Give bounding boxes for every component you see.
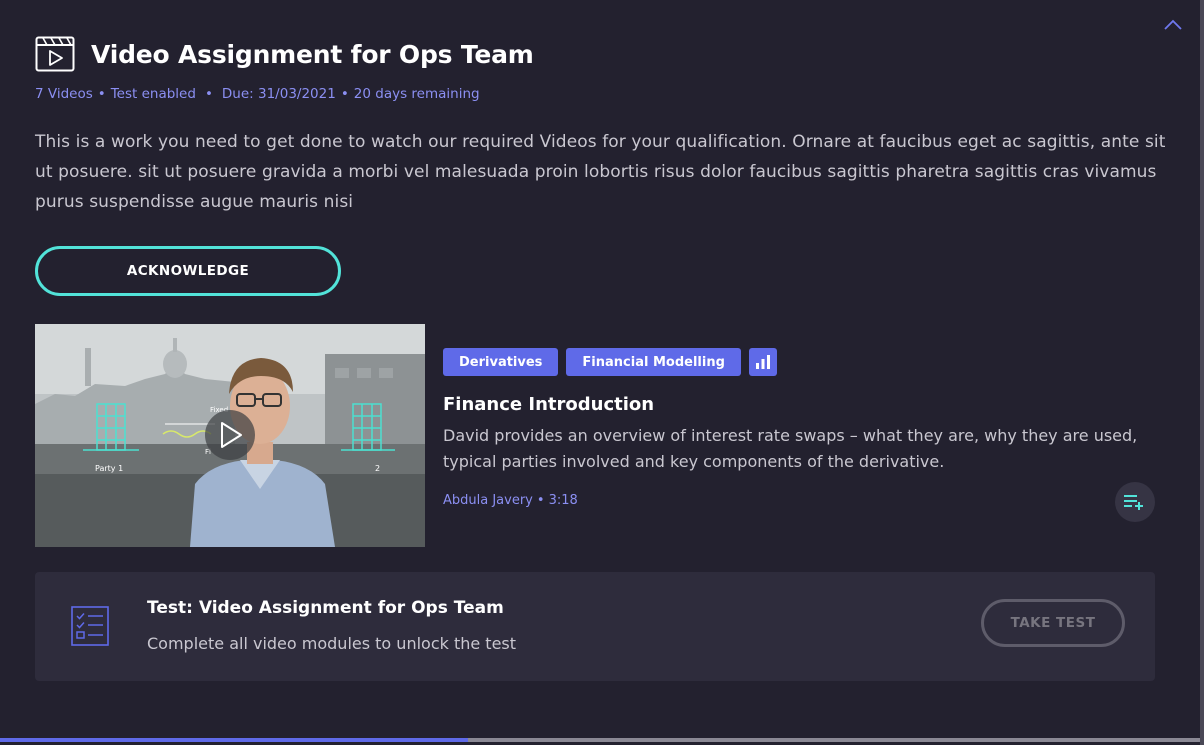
due-date: Due: 31/03/2021	[221, 86, 336, 102]
assignment-description: This is a work you need to get done to w…	[35, 132, 1166, 212]
take-test-button[interactable]: TAKE TEST	[981, 599, 1125, 647]
page-title: Video Assignment for Ops Team	[91, 39, 534, 69]
collapse-button[interactable]	[1160, 14, 1186, 36]
video-author[interactable]: Abdula Javery	[443, 493, 533, 508]
tag-derivatives[interactable]: Derivatives	[443, 348, 559, 376]
thumb-label-party2: 2	[375, 464, 380, 473]
title-row: Video Assignment for Ops Team	[35, 36, 534, 72]
progress-bar	[0, 738, 1200, 742]
test-subtitle: Complete all video modules to unlock the…	[147, 634, 517, 653]
chevron-up-icon	[1164, 19, 1182, 30]
progress-bar-fill	[0, 738, 468, 742]
playlist-add-icon	[1124, 495, 1143, 510]
thumbnail-image: Party 1 2 Fixed paymen Fl	[35, 324, 425, 547]
acknowledge-button[interactable]: ACKNOWLEDGE	[35, 246, 341, 296]
video-meta: Abdula Javery • 3:18	[443, 493, 578, 508]
assignment-meta: 7 Videos • Test enabled • Due: 31/03/2021 • 20…	[35, 86, 480, 102]
thumb-label-party1: Party 1	[95, 464, 123, 473]
bar-chart-icon	[755, 355, 770, 369]
test-title: Test: Video Assignment for Ops Team	[147, 598, 504, 618]
video-count: 7 Videos	[35, 86, 93, 102]
add-to-playlist-button[interactable]	[1115, 482, 1155, 522]
video-clapper-icon	[35, 36, 75, 72]
test-status: Test enabled	[110, 86, 196, 102]
video-duration: 3:18	[548, 493, 578, 508]
play-icon	[205, 410, 255, 460]
video-title[interactable]: Finance Introduction	[443, 394, 654, 415]
level-badge	[748, 348, 777, 376]
scrollbar-track[interactable]	[1200, 0, 1204, 745]
video-thumbnail[interactable]: Party 1 2 Fixed paymen Fl	[35, 324, 425, 547]
checklist-icon	[71, 606, 109, 646]
video-tags: Derivatives Financial Modelling	[443, 348, 777, 376]
days-remaining: 20 days remaining	[353, 86, 480, 102]
video-description: David provides an overview of interest r…	[443, 426, 1138, 471]
tag-financial-modelling[interactable]: Financial Modelling	[566, 348, 741, 376]
test-card: Test: Video Assignment for Ops Team Comp…	[35, 572, 1155, 681]
assignment-page: Video Assignment for Ops Team 7 Videos • T…	[0, 0, 1204, 745]
